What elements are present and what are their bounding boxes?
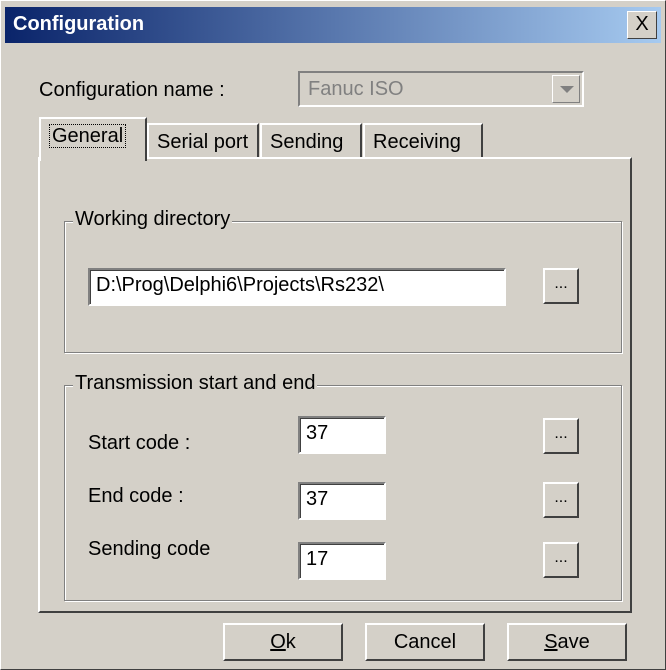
cancel-label: Cancel — [393, 631, 457, 653]
transmission-group: Transmission start and end Start code : … — [64, 372, 622, 601]
ok-button[interactable]: Ok — [223, 623, 343, 661]
window-title: Configuration — [13, 13, 145, 35]
chevron-down-icon[interactable] — [552, 75, 580, 103]
save-mnemonic: S — [544, 631, 558, 653]
cancel-button[interactable]: Cancel — [365, 623, 485, 661]
configuration-name-value: Fanuc ISO — [308, 78, 404, 100]
end-code-browse-button[interactable]: ... — [543, 482, 579, 518]
configuration-dialog: Configuration X Configuration name : Fan… — [0, 0, 666, 670]
configuration-name-label: Configuration name : — [39, 79, 225, 101]
working-directory-title: Working directory — [73, 208, 233, 231]
end-code-input[interactable]: 37 — [298, 482, 386, 520]
start-code-label: Start code : — [88, 432, 191, 454]
tab-general[interactable]: General — [39, 117, 147, 161]
tab-receiving[interactable]: Receiving — [363, 123, 483, 159]
tab-serial-port-label: Serial port — [157, 131, 249, 153]
working-directory-group: Working directory D:\Prog\Delphi6\Projec… — [64, 208, 622, 353]
ok-mnemonic: O — [270, 631, 286, 653]
save-button[interactable]: Save — [507, 623, 627, 661]
ellipsis-icon: ... — [554, 275, 568, 292]
tab-serial-port[interactable]: Serial port — [147, 123, 259, 159]
start-code-input[interactable]: 37 — [298, 416, 386, 454]
tab-general-label: General — [49, 124, 127, 148]
ellipsis-icon: ... — [554, 425, 568, 442]
end-code-label: End code : — [88, 485, 184, 507]
tab-sending[interactable]: Sending — [260, 123, 362, 159]
close-button[interactable]: X — [627, 11, 657, 39]
working-directory-browse-button[interactable]: ... — [543, 268, 579, 304]
tab-sending-label: Sending — [270, 131, 344, 153]
sending-code-input[interactable]: 17 — [298, 542, 386, 580]
configuration-name-select[interactable]: Fanuc ISO — [298, 71, 584, 107]
save-label-rest: ave — [557, 631, 590, 653]
tab-panel-general: Working directory D:\Prog\Delphi6\Projec… — [38, 157, 632, 613]
transmission-title: Transmission start and end — [73, 372, 318, 395]
ellipsis-icon: ... — [554, 489, 568, 506]
tab-receiving-label: Receiving — [373, 131, 461, 153]
title-bar[interactable]: Configuration X — [5, 7, 661, 43]
sending-code-browse-button[interactable]: ... — [543, 542, 579, 578]
ok-label-rest: k — [285, 631, 296, 653]
ellipsis-icon: ... — [554, 549, 568, 566]
sending-code-label: Sending code — [88, 538, 211, 560]
close-icon: X — [635, 13, 649, 35]
working-directory-input[interactable]: D:\Prog\Delphi6\Projects\Rs232\ — [88, 268, 506, 306]
start-code-browse-button[interactable]: ... — [543, 418, 579, 454]
